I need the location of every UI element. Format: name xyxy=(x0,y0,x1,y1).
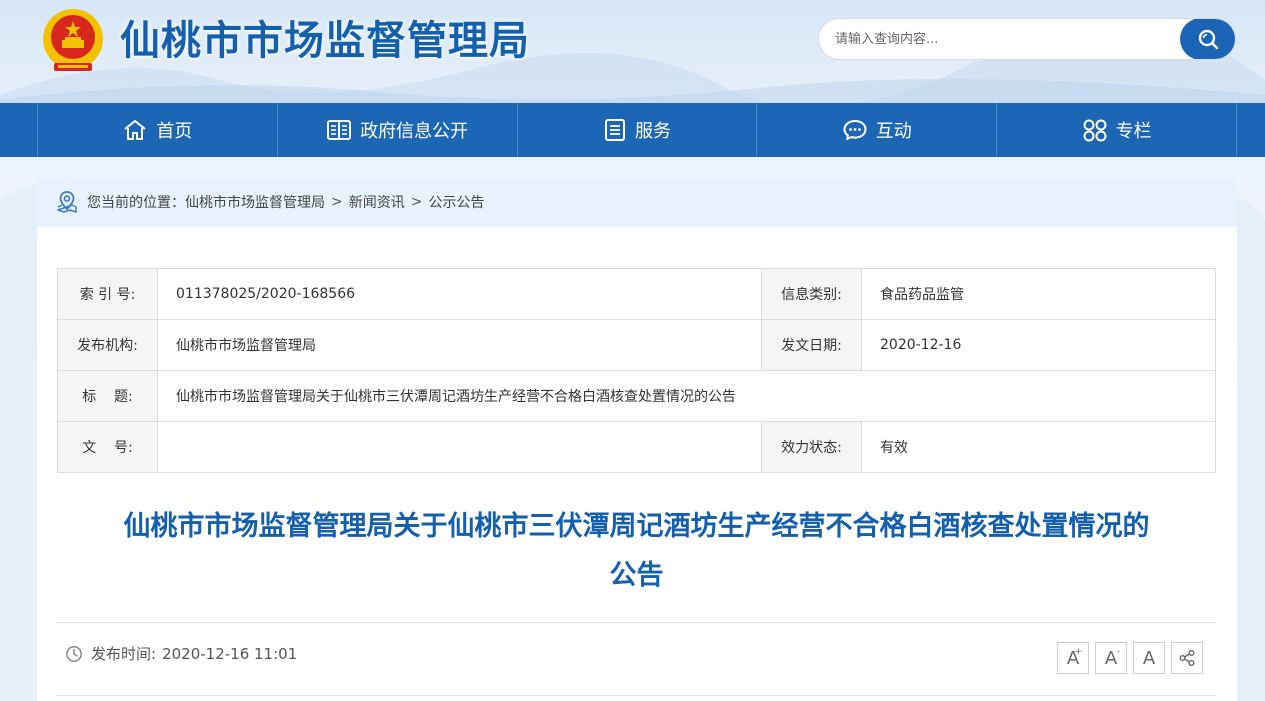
publish-time: 2020-12-16 11:01 xyxy=(162,644,298,663)
date-label: 发文日期: xyxy=(761,319,862,371)
font-smaller-mark: - xyxy=(1116,647,1120,657)
book-icon xyxy=(327,120,352,140)
location-pin-icon xyxy=(57,191,77,213)
article-title-line2: 公告 xyxy=(609,560,664,591)
category-value: 食品药品监管 xyxy=(861,268,1216,320)
breadcrumb-link-home[interactable]: 仙桃市市场监督管理局 xyxy=(185,192,325,212)
nav-item-columns[interactable]: 专栏 xyxy=(997,103,1237,157)
search-input[interactable] xyxy=(819,19,1179,59)
content-panel: 您当前的位置： 仙桃市市场监督管理局 > 新闻资讯 > 公示公告 索 引 号: … xyxy=(37,177,1237,701)
docno-label: 文 号: xyxy=(57,421,158,473)
nav-item-services[interactable]: 服务 xyxy=(518,103,758,157)
status-label: 效力状态: xyxy=(761,421,862,473)
nav-item-interaction[interactable]: 互动 xyxy=(757,103,998,157)
publish-label: 发布时间: xyxy=(91,645,157,663)
search-box xyxy=(818,18,1236,60)
nav-item-label: 专栏 xyxy=(1115,121,1152,142)
site-header: 仙桃市市场监督管理局 xyxy=(0,0,1265,103)
publisher-label: 发布机构: xyxy=(57,319,158,371)
font-smaller-button[interactable]: A- xyxy=(1095,642,1127,674)
site-title[interactable]: 仙桃市市场监督管理局 xyxy=(120,13,530,69)
article-title: 仙桃市市场监督管理局关于仙桃市三伏潭周记酒坊生产经营不合格白酒核查处置情况的 公… xyxy=(57,502,1216,600)
breadcrumb-link-notices[interactable]: 公示公告 xyxy=(428,192,484,212)
table-row: 文 号: 效力状态: 有效 xyxy=(57,421,1216,473)
breadcrumb-prefix: 您当前的位置： xyxy=(87,195,185,211)
search-icon xyxy=(1198,29,1219,50)
index-label: 索 引 号: xyxy=(57,268,158,320)
share-button[interactable] xyxy=(1171,642,1203,674)
font-larger-button[interactable]: A + xyxy=(1057,642,1089,674)
publish-meta: 发布时间: 2020-12-16 11:01 xyxy=(65,643,297,664)
article-title-line1: 仙桃市市场监督管理局关于仙桃市三伏潭周记酒坊生产经营不合格白酒核查处置情况的 xyxy=(123,511,1150,542)
divider xyxy=(57,622,1216,623)
nav-item-label: 互动 xyxy=(875,121,912,142)
breadcrumb-separator: > xyxy=(410,194,423,210)
main-nav: 首页 政府信息公开 服务 互动 专栏 xyxy=(0,103,1265,157)
publisher-value: 仙桃市市场监督管理局 xyxy=(157,319,762,371)
font-larger-mark: + xyxy=(1074,647,1082,657)
divider xyxy=(57,695,1216,696)
docno-value xyxy=(157,421,762,473)
nav-item-label: 政府信息公开 xyxy=(360,121,469,142)
document-info-table: 索 引 号: 011378025/2020-168566 信息类别: 食品药品监… xyxy=(57,268,1216,473)
title-value: 仙桃市市场监督管理局关于仙桃市三伏潭周记酒坊生产经营不合格白酒核查处置情况的公告 xyxy=(157,370,1216,422)
search-button[interactable] xyxy=(1180,19,1235,59)
table-row: 索 引 号: 011378025/2020-168566 信息类别: 食品药品监… xyxy=(57,268,1216,320)
table-row: 发布机构: 仙桃市市场监督管理局 发文日期: 2020-12-16 xyxy=(57,319,1216,371)
breadcrumb: 您当前的位置： 仙桃市市场监督管理局 > 新闻资讯 > 公示公告 xyxy=(37,177,1237,227)
article-tools: A + A- A xyxy=(1057,642,1203,674)
nav-item-label: 服务 xyxy=(634,121,671,142)
home-icon xyxy=(124,120,147,140)
nav-item-label: 首页 xyxy=(156,121,193,142)
category-label: 信息类别: xyxy=(761,268,862,320)
date-value: 2020-12-16 xyxy=(861,319,1216,371)
share-icon xyxy=(1179,650,1195,666)
font-reset-button[interactable]: A xyxy=(1133,642,1165,674)
breadcrumb-link-news[interactable]: 新闻资讯 xyxy=(349,192,405,212)
nav-item-home[interactable]: 首页 xyxy=(38,103,278,157)
status-value: 有效 xyxy=(861,421,1216,473)
breadcrumb-separator: > xyxy=(331,194,343,210)
index-value: 011378025/2020-168566 xyxy=(157,268,762,320)
nav-item-gov-info[interactable]: 政府信息公开 xyxy=(278,103,518,157)
clock-icon xyxy=(66,645,82,662)
font-reset-label: A xyxy=(1142,647,1156,669)
national-emblem-icon xyxy=(43,9,103,71)
table-row: 标 题: 仙桃市市场监督管理局关于仙桃市三伏潭周记酒坊生产经营不合格白酒核查处置… xyxy=(57,370,1216,422)
chat-icon xyxy=(843,120,867,140)
grid-icon xyxy=(1083,119,1107,142)
font-smaller-label: A xyxy=(1104,647,1118,669)
title-label: 标 题: xyxy=(57,370,158,422)
list-icon xyxy=(604,119,625,141)
